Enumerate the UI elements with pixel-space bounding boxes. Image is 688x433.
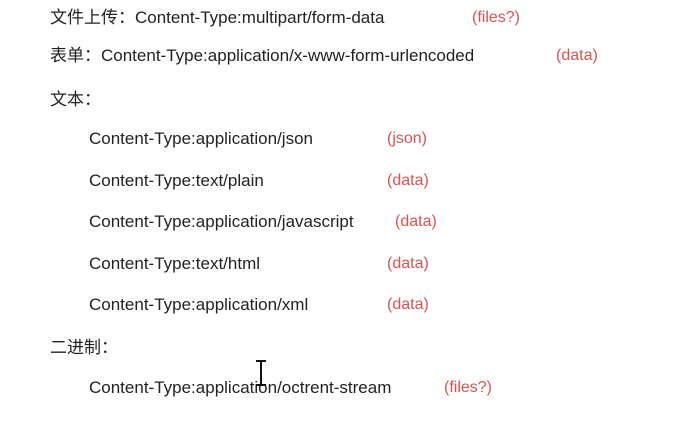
text-item-plain: Content-Type:text/plain xyxy=(89,171,264,190)
form-label: 表单： xyxy=(50,46,101,65)
text-item-json: Content-Type:application/json xyxy=(89,129,313,148)
binary-section-label: 二进制： xyxy=(50,338,118,357)
file-upload-label: 文件上传： xyxy=(50,8,135,27)
file-upload-row: 文件上传：Content-Type:multipart/form-data xyxy=(50,8,384,28)
text-item-javascript-param: (data) xyxy=(395,213,437,230)
text-cursor-icon xyxy=(254,360,268,386)
file-upload-content-type: Content-Type:multipart/form-data xyxy=(135,8,385,27)
text-item-javascript: Content-Type:application/javascript xyxy=(89,212,354,231)
text-item-json-param: (json) xyxy=(387,130,428,147)
binary-item-octet-stream-param: (files?) xyxy=(444,379,493,396)
text-item-html-param: (data) xyxy=(387,255,429,272)
text-item-xml: Content-Type:application/xml xyxy=(89,295,309,314)
form-param: (data) xyxy=(556,47,598,64)
binary-item-octet-stream: Content-Type:application/octrent-stream xyxy=(89,378,392,397)
text-item-html: Content-Type:text/html xyxy=(89,254,261,273)
form-content-type: Content-Type:application/x-www-form-urle… xyxy=(101,46,475,65)
file-upload-param: (files?) xyxy=(472,9,521,26)
form-row: 表单：Content-Type:application/x-www-form-u… xyxy=(50,46,474,66)
text-item-xml-param: (data) xyxy=(387,296,429,313)
text-section-label: 文本： xyxy=(50,90,101,109)
text-item-plain-param: (data) xyxy=(387,172,429,189)
